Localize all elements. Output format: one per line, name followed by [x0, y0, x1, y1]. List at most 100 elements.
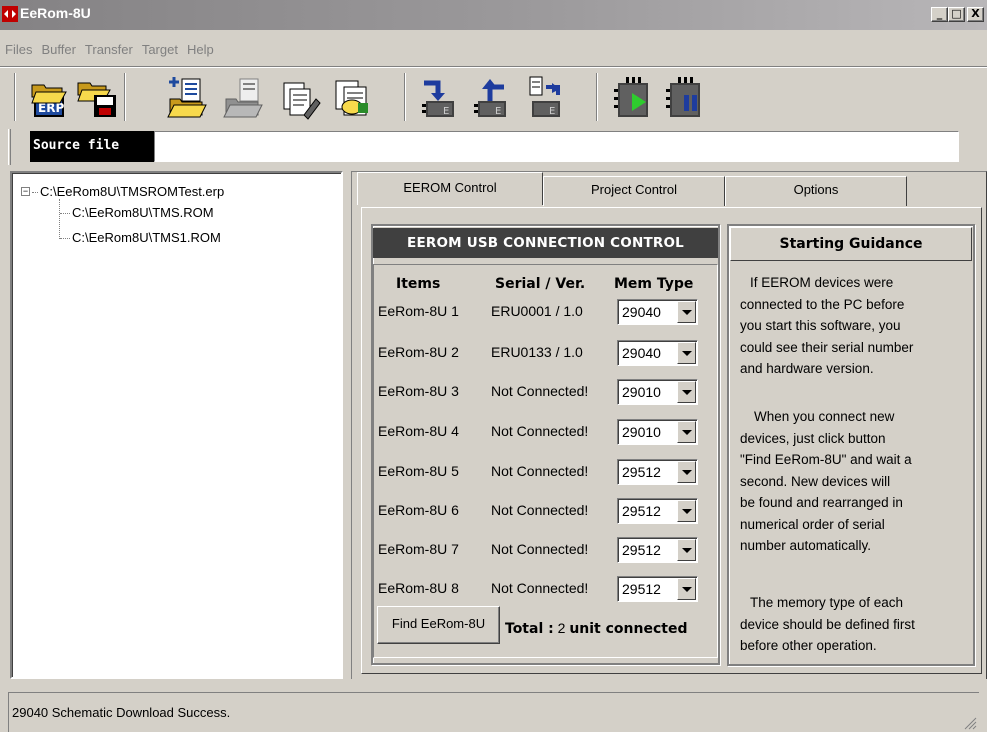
connection-control-header: EEROM USB CONNECTION CONTROL [373, 228, 718, 258]
mem-type-select[interactable]: 29512 [617, 498, 698, 524]
device-serial: Not Connected! [491, 541, 589, 557]
guidance-line: The memory type of each [750, 595, 904, 610]
open-project-icon: ERP [31, 84, 67, 117]
chevron-down-icon[interactable] [677, 421, 696, 443]
device-serial: ERU0001 / 1.0 [491, 303, 583, 319]
remove-file-icon [223, 78, 263, 118]
open-project-button[interactable]: ERP [28, 73, 72, 121]
download-from-device-button[interactable]: E [470, 73, 514, 121]
pause-emulation-icon [666, 77, 700, 117]
total-suffix: unit connected [569, 621, 688, 637]
mem-type-value: 29010 [622, 384, 661, 400]
minimize-button[interactable]: _ [931, 7, 948, 22]
title-bar[interactable]: EeRom-8U _ □ X [0, 0, 987, 30]
add-file-icon [167, 77, 207, 118]
mem-type-select[interactable]: 29010 [617, 379, 698, 405]
save-project-button[interactable] [76, 73, 120, 121]
run-emulation-button[interactable] [612, 73, 656, 121]
chevron-down-icon[interactable] [677, 461, 696, 483]
guidance-line: you start this software, you [740, 318, 901, 333]
device-serial: Not Connected! [491, 580, 589, 596]
app-icon [2, 6, 18, 22]
menu-target[interactable]: Target [137, 40, 182, 60]
toolbar-separator [404, 73, 406, 121]
resize-grip-icon[interactable] [963, 716, 977, 730]
toolbar-separator [14, 73, 16, 121]
device-name: EeRom-8U 7 [378, 541, 459, 557]
mem-type-select[interactable]: 29512 [617, 537, 698, 563]
guidance-line: and hardware version. [740, 361, 874, 376]
guidance-line: When you connect new [754, 409, 895, 424]
device-serial: ERU0133 / 1.0 [491, 344, 583, 360]
guidance-line: before other operation. [740, 638, 877, 653]
tab-eerom-control[interactable]: EEROM Control [357, 172, 543, 205]
add-file-button[interactable] [166, 73, 210, 121]
mem-type-value: 29040 [622, 345, 661, 361]
guidance-paragraph: The memory type of each device should be… [740, 592, 972, 657]
tree-collapse-toggle[interactable]: − [21, 187, 30, 196]
mem-type-value: 29512 [622, 581, 661, 597]
device-serial: Not Connected! [491, 463, 589, 479]
mem-type-select[interactable]: 29512 [617, 576, 698, 602]
run-emulation-icon [614, 77, 648, 117]
guidance-line: second. New devices will [740, 473, 891, 489]
mem-type-value: 29512 [622, 542, 661, 558]
edit-file-button[interactable] [278, 73, 322, 121]
source-file-input[interactable] [154, 131, 959, 162]
mem-type-select[interactable]: 29040 [617, 299, 698, 325]
mem-type-select[interactable]: 29040 [617, 340, 698, 366]
mem-type-value: 29010 [622, 424, 661, 440]
toolbar-separator [124, 73, 126, 121]
menu-help[interactable]: Help [182, 40, 218, 60]
status-bar: 29040 Schematic Download Success. [8, 692, 979, 732]
device-serial: Not Connected! [491, 502, 589, 518]
total-connected: Total : 2 unit connected [505, 620, 687, 637]
pause-emulation-button[interactable] [664, 73, 708, 121]
upload-to-device-button[interactable]: E [418, 73, 462, 121]
file-properties-button[interactable] [330, 73, 374, 121]
tree-item-project[interactable]: C:\EeRom8U\TMSROMTest.erp [40, 184, 224, 199]
tree-item-file[interactable]: C:\EeRom8U\TMS.ROM [72, 205, 214, 220]
project-tree[interactable]: − C:\EeRom8U\TMSROMTest.erp C:\EeRom8U\T… [10, 171, 343, 679]
upload-to-device-icon: E [422, 80, 454, 117]
device-name: EeRom-8U 3 [378, 383, 459, 399]
chevron-down-icon[interactable] [677, 578, 696, 600]
device-name: EeRom-8U 2 [378, 344, 459, 360]
find-eerom-button[interactable]: Find EeRom-8U [377, 606, 500, 644]
menu-transfer[interactable]: Transfer [80, 40, 137, 60]
mem-type-select[interactable]: 29512 [617, 459, 698, 485]
mem-type-select[interactable]: 29010 [617, 419, 698, 445]
remove-file-button[interactable] [222, 73, 266, 121]
tree-item-file[interactable]: C:\EeRom8U\TMS1.ROM [72, 230, 221, 245]
chevron-down-icon[interactable] [677, 539, 696, 561]
chevron-down-icon[interactable] [677, 301, 696, 323]
tab-options[interactable]: Options [725, 176, 907, 206]
menu-buffer[interactable]: Buffer [36, 40, 79, 60]
chevron-down-icon[interactable] [677, 342, 696, 364]
guidance-title: Starting Guidance [730, 227, 972, 261]
guidance-line: device should be defined first [740, 616, 915, 632]
column-header-serial: Serial / Ver. [495, 276, 586, 292]
toolbar-separator [596, 73, 598, 121]
column-header-mem-type: Mem Type [614, 276, 694, 292]
guidance-line: numerical order of serial [740, 516, 885, 532]
device-name: EeRom-8U 5 [378, 463, 459, 479]
chevron-down-icon[interactable] [677, 381, 696, 403]
guidance-paragraph: When you connect new devices, just click… [740, 406, 972, 557]
maximize-button[interactable]: □ [948, 7, 965, 22]
guidance-line: devices, just click button [740, 430, 886, 446]
compare-icon: E [529, 76, 560, 117]
file-properties-icon [335, 80, 368, 116]
source-bar-grip[interactable] [8, 129, 11, 165]
download-from-device-icon: E [474, 79, 506, 117]
compare-button[interactable]: E [524, 73, 568, 121]
device-name: EeRom-8U 1 [378, 303, 459, 319]
close-button[interactable]: X [967, 7, 984, 22]
mem-type-value: 29040 [622, 304, 661, 320]
edit-file-icon [283, 82, 321, 120]
tab-project-control[interactable]: Project Control [543, 176, 725, 206]
menu-files[interactable]: Files [0, 40, 36, 60]
guidance-line: number automatically. [740, 538, 872, 553]
guidance-line: "Find EeRom-8U" and wait a [740, 452, 912, 467]
chevron-down-icon[interactable] [677, 500, 696, 522]
